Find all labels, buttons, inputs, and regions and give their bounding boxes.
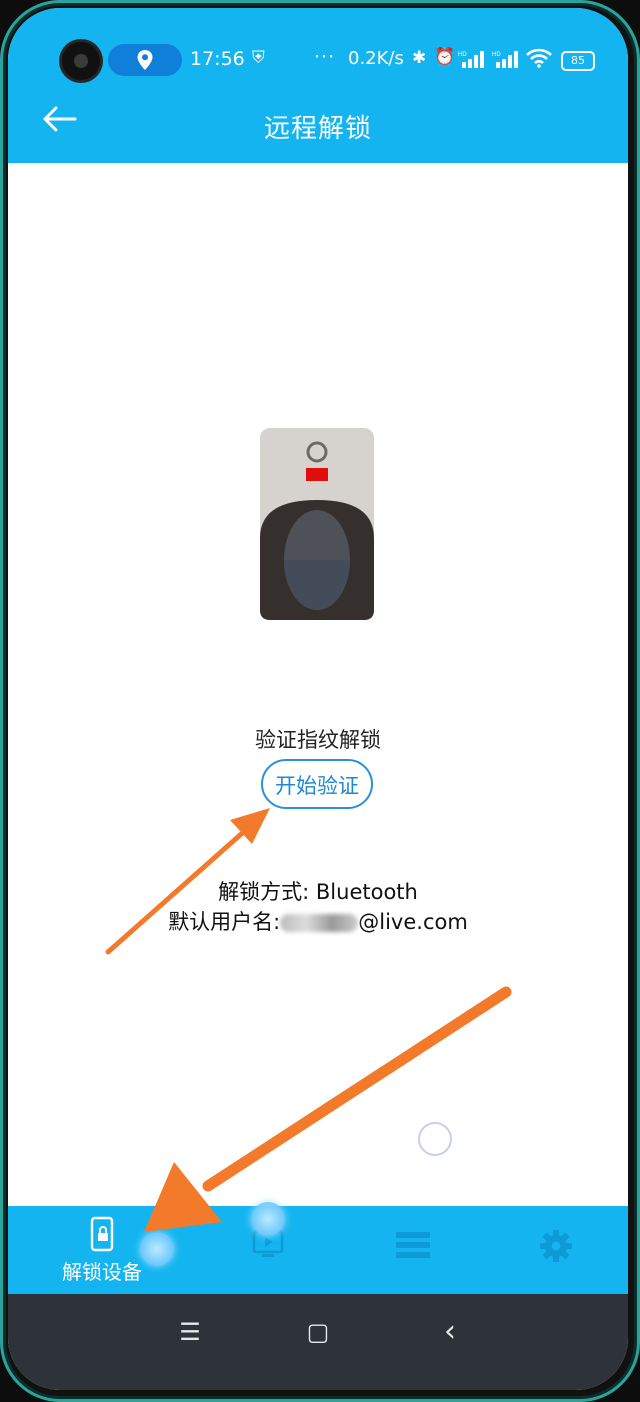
wifi-icon: [526, 48, 552, 68]
nav-item-settings[interactable]: [498, 1206, 618, 1294]
home-button[interactable]: ▢: [288, 1294, 348, 1370]
app-header: 17:56 ⛨ ··· 0.2K/s ✱ ⏰ HD HD 85 远程解锁: [8, 8, 628, 163]
system-back-button[interactable]: ‹: [420, 1294, 480, 1370]
status-bar: 17:56 ⛨ ··· 0.2K/s ✱ ⏰ HD HD 85: [8, 8, 628, 108]
nav-item-list[interactable]: [354, 1206, 474, 1294]
front-camera: [62, 42, 100, 80]
bluetooth-icon: ✱: [412, 48, 427, 68]
shield-icon: ⛨: [252, 48, 265, 68]
list-icon: [396, 1232, 430, 1258]
battery-indicator: 85: [561, 51, 595, 71]
touch-indicator-dot: [140, 1232, 174, 1266]
touch-indicator-ring: [418, 1122, 452, 1156]
signal-icon: HD: [458, 51, 484, 68]
location-pin-icon: [137, 50, 153, 70]
unlock-method-text: 解锁方式: Bluetooth: [218, 880, 418, 904]
signal-hd-label-2: HD: [492, 52, 501, 58]
alarm-icon: ⏰: [434, 47, 456, 67]
bottom-navigation: 解锁设备: [8, 1206, 628, 1294]
verify-fingerprint-label: 验证指纹解锁: [255, 728, 381, 752]
touch-indicator-dot-2: [251, 1202, 285, 1236]
username-prefix: 默认用户名:: [168, 910, 281, 934]
redacted-username: [280, 914, 359, 932]
gear-icon: [540, 1230, 572, 1262]
system-navigation-bar: ☰ ▢ ‹: [8, 1294, 628, 1390]
fingerprint-scanner-illustration: [260, 428, 374, 620]
status-time: 17:56: [190, 48, 245, 70]
phone-lock-icon: [90, 1216, 114, 1252]
more-notifications-icon: ···: [314, 46, 336, 68]
network-speed: 0.2K/s: [348, 48, 404, 69]
location-indicator: [108, 44, 182, 76]
start-verification-button[interactable]: 开始验证: [261, 759, 373, 809]
main-content: [8, 163, 628, 1208]
page-title: 远程解锁: [263, 114, 372, 144]
recent-apps-button[interactable]: ☰: [160, 1294, 220, 1370]
username-suffix: @live.com: [358, 910, 468, 934]
app-screen: 17:56 ⛨ ··· 0.2K/s ✱ ⏰ HD HD 85 远程解锁 验证指…: [8, 8, 628, 1390]
default-username: 默认用户名: @live.com: [8, 906, 628, 936]
signal-hd-label: HD: [458, 52, 467, 58]
signal-icon-2: HD: [492, 51, 518, 68]
